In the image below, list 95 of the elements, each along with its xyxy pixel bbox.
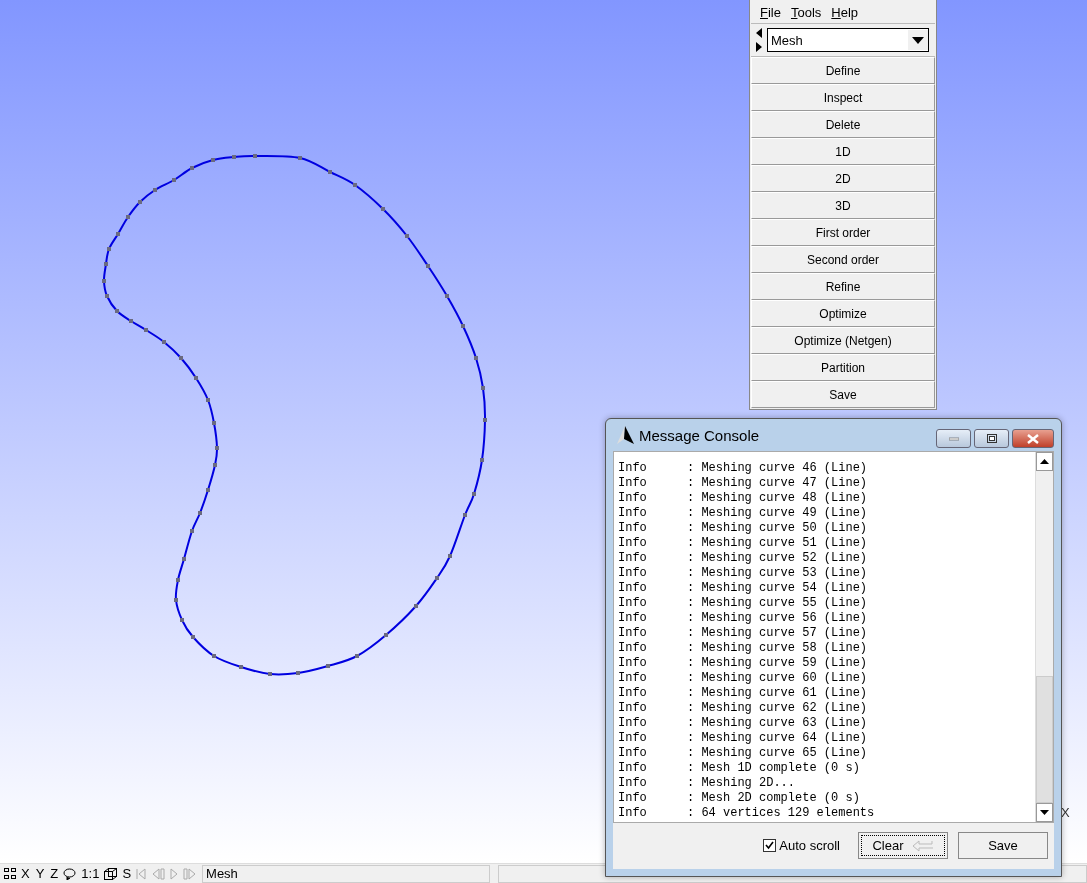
log-level: Info: [618, 656, 648, 671]
toolbar-button[interactable]: Z: [49, 866, 60, 881]
maximize-button[interactable]: [974, 429, 1009, 448]
log-level: Info: [618, 581, 648, 596]
log-message: : Meshing curve 49 (Line): [687, 506, 868, 521]
log-level: Info: [618, 701, 648, 716]
module-dropdown[interactable]: Mesh: [767, 28, 929, 52]
grid-icon: [4, 868, 16, 879]
clear-button[interactable]: Clear: [858, 832, 948, 859]
module-button[interactable]: Partition: [751, 354, 935, 381]
module-button[interactable]: Second order: [751, 246, 935, 273]
log-message: : Meshing curve 57 (Line): [687, 626, 868, 641]
scroll-down-icon: [1040, 810, 1049, 815]
log-level: Info: [618, 761, 648, 776]
log-message: : Meshing curve 64 (Line): [687, 731, 868, 746]
log-message: : Meshing curve 46 (Line): [687, 461, 868, 476]
log-message: : Meshing 2D...: [687, 776, 796, 791]
log-message: : Meshing curve 62 (Line): [687, 701, 868, 716]
module-button[interactable]: Define: [751, 57, 935, 84]
module-button[interactable]: Delete: [751, 111, 935, 138]
log-level: Info: [618, 746, 648, 761]
log-level: Info: [618, 791, 648, 806]
toolbar-button[interactable]: Y: [34, 866, 46, 881]
log-message: : Meshing curve 54 (Line): [687, 581, 868, 596]
log-level: Info: [618, 596, 648, 611]
log-message: : Meshing curve 50 (Line): [687, 521, 868, 536]
module-button[interactable]: Save: [751, 381, 935, 408]
toolbar-button[interactable]: X: [20, 866, 31, 881]
scroll-thumb[interactable]: [1036, 676, 1053, 803]
checkmark-icon: [765, 841, 775, 850]
module-button[interactable]: Optimize (Netgen): [751, 327, 935, 354]
menu-item[interactable]: Help: [828, 5, 862, 20]
status-message: Mesh: [202, 864, 491, 883]
enter-arrow-icon: [911, 839, 934, 852]
log-level: Info: [618, 461, 648, 476]
module-button[interactable]: First order: [751, 219, 935, 246]
menu-item[interactable]: File: [757, 5, 784, 20]
log-message: : Meshing curve 52 (Line): [687, 551, 868, 566]
log-level: Info: [618, 536, 648, 551]
log-message: : Meshing curve 47 (Line): [687, 476, 868, 491]
scrollbar[interactable]: [1035, 452, 1053, 822]
log-level: Info: [618, 731, 648, 746]
scroll-up-icon: [1040, 459, 1049, 464]
log-level: Info: [618, 491, 648, 506]
module-button[interactable]: Refine: [751, 273, 935, 300]
log-level: Info: [618, 626, 648, 641]
module-button[interactable]: 1D: [751, 138, 935, 165]
log-level: Info: [618, 551, 648, 566]
log-level: Info: [618, 671, 648, 686]
log-message: : Meshing curve 59 (Line): [687, 656, 868, 671]
axis-label: X: [1061, 805, 1070, 820]
log-message: : Meshing curve 61 (Line): [687, 686, 868, 701]
log-level: Info: [618, 641, 648, 656]
app-logo-icon: [615, 425, 635, 445]
dropdown-arrow-icon: [912, 36, 924, 44]
log-message: : Meshing curve 63 (Line): [687, 716, 868, 731]
log-message: : Meshing curve 51 (Line): [687, 536, 868, 551]
log-message: : Meshing curve 55 (Line): [687, 596, 868, 611]
log-level: Info: [618, 521, 648, 536]
module-button[interactable]: 2D: [751, 165, 935, 192]
log-level: Info: [618, 716, 648, 731]
checkbox[interactable]: [763, 839, 777, 852]
log-level: Info: [618, 566, 648, 581]
cube-icon: [104, 867, 118, 880]
menu-item[interactable]: Tools: [787, 5, 825, 20]
window-title: Message Console: [639, 426, 761, 444]
auto-scroll-checkbox[interactable]: Auto scroll: [763, 838, 840, 853]
maximize-icon: [986, 434, 997, 443]
log-message: : Mesh 2D complete (0 s): [687, 791, 860, 806]
log-message: : Meshing curve 53 (Line): [687, 566, 868, 581]
log-message: : Meshing curve 58 (Line): [687, 641, 868, 656]
log-message: : Meshing curve 56 (Line): [687, 611, 868, 626]
log-level: Info: [618, 476, 648, 491]
module-button[interactable]: Inspect: [751, 84, 935, 111]
log-level: Info: [618, 611, 648, 626]
left-right-arrows-icon: [755, 27, 763, 53]
module-button[interactable]: 3D: [751, 192, 935, 219]
toolbar-button[interactable]: 1:1: [80, 866, 101, 881]
rotate-icon: [63, 867, 77, 880]
log-message: : Mesh 1D complete (0 s): [687, 761, 860, 776]
save-button[interactable]: Save: [958, 832, 1048, 859]
log-message: : Meshing curve 60 (Line): [687, 671, 868, 686]
minimize-icon: [948, 436, 959, 441]
log-message: : 64 vertices 129 elements: [687, 806, 875, 821]
log-level: Info: [618, 506, 648, 521]
module-button[interactable]: Optimize: [751, 300, 935, 327]
log-message: : Meshing curve 65 (Line): [687, 746, 868, 761]
close-button[interactable]: [1012, 429, 1054, 448]
close-icon: [1027, 433, 1039, 444]
log-level: Info: [618, 776, 648, 791]
minimize-button[interactable]: [936, 429, 971, 448]
toolbar-button[interactable]: S: [121, 866, 133, 881]
log-level: Info: [618, 686, 648, 701]
log-level: Info: [618, 806, 648, 821]
log-message: : Meshing curve 48 (Line): [687, 491, 868, 506]
